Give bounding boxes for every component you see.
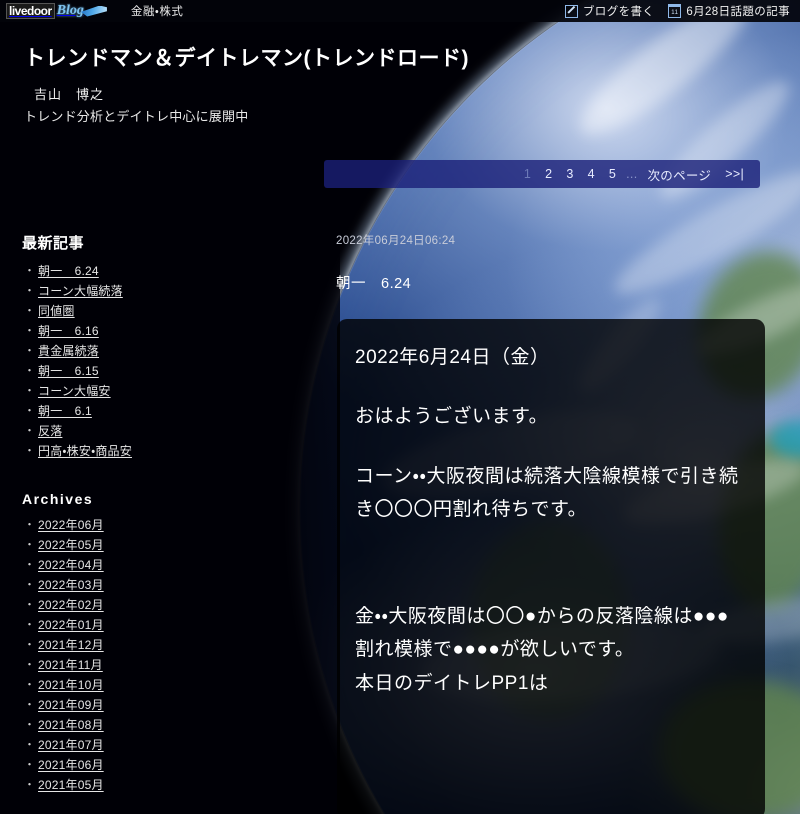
pagination-page-4[interactable]: 4 — [581, 167, 602, 181]
list-item: 2021年07月 — [24, 737, 300, 753]
livedoor-blog-logo[interactable]: livedoor Blog — [6, 3, 107, 19]
post-body-paragraph-3: 本日のデイトレPP1は — [355, 672, 549, 694]
livedoor-wordmark: livedoor — [6, 3, 55, 19]
list-item: 2022年03月 — [24, 577, 300, 593]
list-item: 円高・株安・商品安 — [24, 443, 300, 459]
list-item: 2021年11月 — [24, 657, 300, 673]
sidebar-recent-link-3[interactable]: 朝一 6.16 — [38, 324, 99, 338]
livedoor-topbar: livedoor Blog 金融・株式 ブログを書く 11 6月28日話題の記事 — [0, 0, 800, 22]
sidebar-archive-link-11[interactable]: 2021年07月 — [38, 738, 104, 752]
list-item: 2021年12月 — [24, 637, 300, 653]
list-item: 2021年09月 — [24, 697, 300, 713]
pagination-bar: 1 2 3 4 5 ... 次のページ >>| — [324, 160, 760, 188]
sidebar-archive-link-7[interactable]: 2021年11月 — [38, 658, 103, 672]
list-item: 朝一 6.24 — [24, 263, 300, 279]
sidebar-archive-link-6[interactable]: 2021年12月 — [38, 638, 104, 652]
category-label: 金融・株式 — [130, 6, 184, 18]
pagination-current-page: 1 — [523, 167, 532, 181]
pagination-ellipsis: ... — [626, 167, 638, 181]
topic-articles-link[interactable]: 11 6月28日話題の記事 — [667, 3, 790, 19]
sidebar-recent-link-0[interactable]: 朝一 6.24 — [38, 264, 99, 278]
post-title[interactable]: 朝一 6.24 — [336, 272, 774, 293]
pagination-page-2[interactable]: 2 — [538, 167, 559, 181]
list-item: 朝一 6.15 — [24, 363, 300, 379]
list-item: 同値圏 — [24, 303, 300, 319]
archives-block: Archives 2022年06月 2022年05月 2022年04月 2022… — [22, 491, 300, 793]
recent-articles-list: 朝一 6.24 コーン大幅続落 同値圏 朝一 6.16 貴金属続落 朝一 6.1… — [22, 263, 300, 459]
sidebar-recent-link-8[interactable]: 反落 — [38, 424, 62, 438]
recent-articles-block: 最新記事 朝一 6.24 コーン大幅続落 同値圏 朝一 6.16 貴金属続落 朝… — [22, 232, 300, 459]
blog-wordmark: Blog — [56, 3, 84, 18]
swoosh-icon — [80, 5, 107, 17]
sidebar-recent-link-6[interactable]: コーン大幅安 — [38, 384, 111, 398]
post-date: 2022年06月24日06:24 — [336, 235, 456, 247]
sidebar-archive-link-13[interactable]: 2021年05月 — [38, 778, 104, 792]
sidebar-recent-link-9[interactable]: 円高・株安・商品安 — [38, 444, 132, 458]
sidebar: 最新記事 朝一 6.24 コーン大幅続落 同値圏 朝一 6.16 貴金属続落 朝… — [0, 232, 300, 797]
list-item: 2021年08月 — [24, 717, 300, 733]
blog-header: トレンドマン＆デイトレマン(トレンドロード) 吉山 博之 トレンド分析とデイトレ… — [0, 22, 800, 125]
main-content: 2022年06月24日06:24 朝一 6.24 2022年6月24日（金） お… — [324, 232, 774, 814]
pagination-next-link[interactable]: 次のページ — [640, 165, 718, 184]
pagination-page-3[interactable]: 3 — [559, 167, 580, 181]
list-item: コーン大幅続落 — [24, 283, 300, 299]
archives-heading: Archives — [22, 491, 94, 507]
sidebar-recent-link-5[interactable]: 朝一 6.15 — [38, 364, 99, 378]
list-item: 2022年04月 — [24, 557, 300, 573]
sidebar-recent-link-4[interactable]: 貴金属続落 — [38, 344, 99, 358]
sidebar-archive-link-2[interactable]: 2022年04月 — [38, 558, 104, 572]
sidebar-archive-link-12[interactable]: 2021年06月 — [38, 758, 104, 772]
sidebar-archive-link-3[interactable]: 2022年03月 — [38, 578, 104, 592]
sidebar-archive-link-8[interactable]: 2021年10月 — [38, 678, 104, 692]
blog-author: 吉山 博之 — [34, 87, 105, 103]
pagination-last-link[interactable]: >>| — [718, 167, 751, 181]
sidebar-recent-link-7[interactable]: 朝一 6.1 — [38, 404, 92, 418]
sidebar-archive-link-1[interactable]: 2022年05月 — [38, 538, 104, 552]
list-item: 2022年01月 — [24, 617, 300, 633]
list-item: 2022年06月 — [24, 517, 300, 533]
write-blog-link[interactable]: ブログを書く — [564, 3, 655, 19]
archives-list: 2022年06月 2022年05月 2022年04月 2022年03月 2022… — [22, 517, 300, 793]
list-item: 反落 — [24, 423, 300, 439]
sidebar-archive-link-0[interactable]: 2022年06月 — [38, 518, 104, 532]
topic-articles-label: 6月28日話題の記事 — [686, 6, 790, 18]
post-body-paragraph-1: コーン・・大阪夜間は続落大陰線模様で引き続き〇〇〇円割れ待ちです。 — [355, 465, 739, 520]
list-item: 2022年02月 — [24, 597, 300, 613]
blog-description: トレンド分析とデイトレ中心に展開中 — [24, 109, 249, 125]
sidebar-recent-link-1[interactable]: コーン大幅続落 — [38, 284, 123, 298]
pagination-page-5[interactable]: 5 — [602, 167, 623, 181]
topbar-actions: ブログを書く 11 6月28日話題の記事 — [564, 3, 790, 19]
write-blog-label: ブログを書く — [582, 6, 655, 18]
list-item: 朝一 6.1 — [24, 403, 300, 419]
blog-title[interactable]: トレンドマン＆デイトレマン(トレンドロード) — [24, 22, 800, 72]
post-body-paragraph-2: 金・・大阪夜間は〇〇●からの反落陰線は●●●割れ模様で●●●●が欲しいです。 — [355, 606, 729, 661]
list-item: 2022年05月 — [24, 537, 300, 553]
post-body: 2022年6月24日（金） おはようございます。 コーン・・大阪夜間は続落大陰線… — [337, 319, 765, 814]
sidebar-archive-link-9[interactable]: 2021年09月 — [38, 698, 104, 712]
list-item: コーン大幅安 — [24, 383, 300, 399]
post-body-date-line: 2022年6月24日（金） — [355, 347, 550, 368]
list-item: 2021年06月 — [24, 757, 300, 773]
list-item: 2021年05月 — [24, 777, 300, 793]
recent-articles-heading: 最新記事 — [22, 235, 85, 252]
calendar-icon: 11 — [667, 4, 682, 18]
earth-ocean-patch — [770, 420, 800, 458]
list-item: 貴金属続落 — [24, 343, 300, 359]
list-item: 朝一 6.16 — [24, 323, 300, 339]
sidebar-archive-link-10[interactable]: 2021年08月 — [38, 718, 104, 732]
sidebar-recent-link-2[interactable]: 同値圏 — [38, 304, 75, 318]
page-root: livedoor Blog 金融・株式 ブログを書く 11 6月28日話題の記事… — [0, 0, 800, 814]
sidebar-archive-link-5[interactable]: 2022年01月 — [38, 618, 104, 632]
post-body-greeting: おはようございます。 — [355, 406, 549, 428]
sidebar-archive-link-4[interactable]: 2022年02月 — [38, 598, 104, 612]
list-item: 2021年10月 — [24, 677, 300, 693]
pencil-icon — [564, 4, 578, 18]
